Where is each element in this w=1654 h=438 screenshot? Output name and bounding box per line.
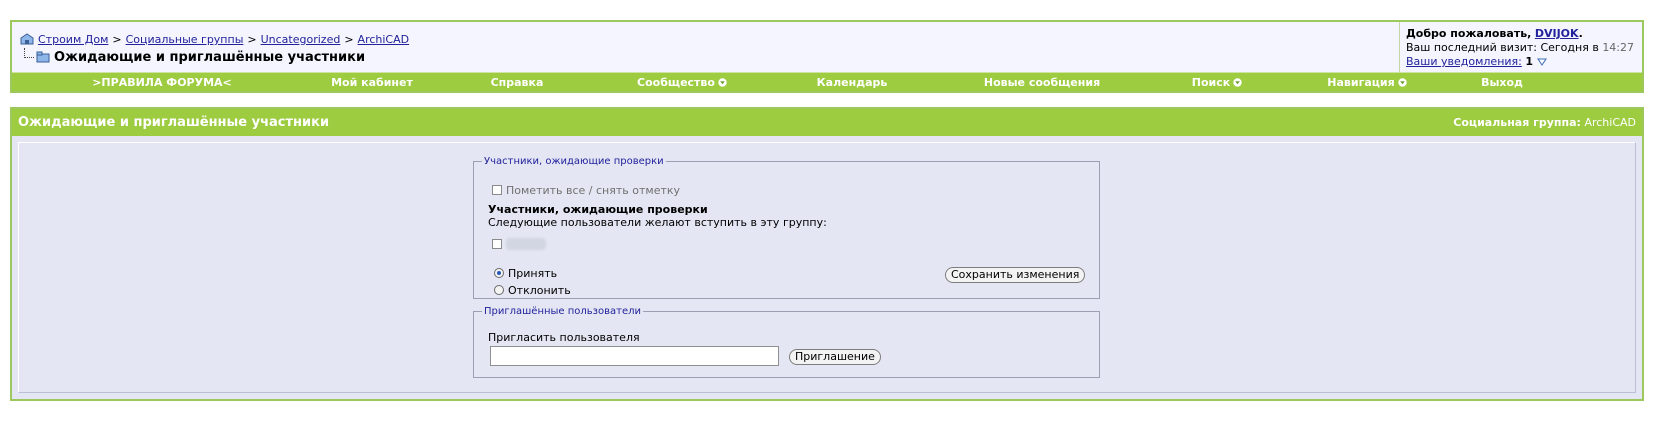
- pending-members-fieldset: Участники, ожидающие проверки Пометить в…: [473, 156, 1100, 299]
- invite-button[interactable]: Приглашение: [789, 349, 881, 365]
- page-title-row: Ожидающие и приглашённые участники: [20, 48, 1399, 66]
- invited-users-fieldset: Приглашённые пользователи Пригласить пол…: [473, 306, 1100, 378]
- select-all-row[interactable]: Пометить все / снять отметку: [492, 184, 680, 197]
- user-panel: Добро пожаловать, DVIJOK. Ваш последний …: [1399, 22, 1642, 72]
- main-block: Ожидающие и приглашённые участники Социа…: [10, 107, 1644, 401]
- accept-radio[interactable]: [494, 268, 504, 278]
- menu-item-label: Сообщество: [637, 76, 715, 89]
- navbar: Строим Дом > Социальные группы > Uncategoriz…: [10, 20, 1644, 93]
- group-info: Социальная группа: ArchiCAD: [1453, 109, 1636, 136]
- main-menu: >ПРАВИЛА ФОРУМА< Мой кабинет Справка Соо…: [12, 72, 1642, 91]
- menu-item-label: >ПРАВИЛА ФОРУМА<: [92, 76, 232, 89]
- breadcrumb-link-archicad[interactable]: ArchiCAD: [358, 33, 410, 46]
- menu-item-new-posts[interactable]: Новые сообщения: [977, 73, 1107, 92]
- block-body: Участники, ожидающие проверки Пометить в…: [18, 142, 1636, 393]
- menu-item-forum-rules[interactable]: >ПРАВИЛА ФОРУМА<: [62, 73, 262, 92]
- folder-icon: [36, 51, 50, 63]
- page-title: Ожидающие и приглашённые участники: [54, 50, 366, 65]
- menu-item-label: Поиск: [1191, 76, 1231, 89]
- menu-item-label: Выход: [1481, 76, 1523, 89]
- notifications-count: 1: [1525, 55, 1534, 68]
- accept-label: Принять: [508, 267, 558, 280]
- reject-label: Отклонить: [508, 284, 571, 297]
- menu-item-label: Мой кабинет: [331, 76, 413, 89]
- group-label: Социальная группа:: [1453, 116, 1581, 129]
- tree-connector-icon: [24, 48, 34, 58]
- chevron-down-icon: [1398, 74, 1407, 87]
- breadcrumb: Строим Дом > Социальные группы > Uncategoriz…: [20, 32, 1399, 48]
- menu-item-label: Справка: [490, 76, 544, 89]
- breadcrumb-separator: >: [112, 33, 122, 46]
- accept-option[interactable]: Принять: [494, 267, 557, 280]
- breadcrumb-link-uncategorized[interactable]: Uncategorized: [261, 33, 341, 46]
- menu-item-logout[interactable]: Выход: [1462, 73, 1542, 92]
- menu-item-help[interactable]: Справка: [477, 73, 557, 92]
- menu-item-label: Новые сообщения: [983, 76, 1101, 89]
- breadcrumb-separator: >: [247, 33, 257, 46]
- pending-heading: Участники, ожидающие проверки: [488, 203, 708, 216]
- last-visit-label: Ваш последний визит: Сегодня в: [1406, 41, 1599, 54]
- invited-users-legend: Приглашённые пользователи: [484, 306, 642, 317]
- notifications-link[interactable]: Ваши уведомления:: [1406, 55, 1522, 68]
- last-visit-line: Ваш последний визит: Сегодня в 14:27: [1406, 41, 1642, 55]
- select-all-label: Пометить все / снять отметку: [506, 184, 681, 197]
- group-name: ArchiCAD: [1584, 116, 1636, 129]
- welcome-suffix: .: [1578, 27, 1583, 40]
- menu-item-navigation[interactable]: Навигация: [1312, 73, 1422, 92]
- chevron-down-icon: [718, 74, 727, 87]
- reject-option[interactable]: Отклонить: [494, 284, 571, 297]
- welcome-text: Добро пожаловать,: [1406, 27, 1532, 40]
- last-visit-time: 14:27: [1602, 41, 1635, 54]
- menu-item-label: Календарь: [816, 76, 888, 89]
- forum-home-icon[interactable]: [20, 33, 34, 45]
- menu-item-my-cabinet[interactable]: Мой кабинет: [312, 73, 432, 92]
- save-changes-button[interactable]: Сохранить изменения: [945, 267, 1086, 283]
- username-link[interactable]: DVIJOK: [1535, 27, 1579, 40]
- breadcrumb-separator: >: [344, 33, 354, 46]
- notifications-dropdown-icon[interactable]: [1536, 56, 1547, 66]
- menu-item-community[interactable]: Сообщество: [617, 73, 747, 92]
- block-title: Ожидающие и приглашённые участники: [18, 115, 330, 130]
- pending-members-legend: Участники, ожидающие проверки: [484, 156, 664, 167]
- pending-user-row: [492, 238, 546, 251]
- pending-description: Следующие пользователи желают вступить в…: [488, 216, 827, 229]
- breadcrumb-link-social-groups[interactable]: Социальные группы: [126, 33, 244, 46]
- breadcrumb-area: Строим Дом > Социальные группы > Uncategoriz…: [12, 22, 1399, 72]
- menu-item-search[interactable]: Поиск: [1172, 73, 1262, 92]
- pending-user-name-redacted: [506, 238, 546, 250]
- menu-item-label: Навигация: [1327, 76, 1395, 89]
- pending-user-checkbox[interactable]: [492, 239, 502, 249]
- notifications-line: Ваши уведомления: 1: [1406, 55, 1642, 69]
- welcome-line: Добро пожаловать, DVIJOK.: [1406, 27, 1642, 41]
- breadcrumb-link-home[interactable]: Строим Дом: [38, 33, 108, 46]
- chevron-down-icon: [1233, 74, 1242, 87]
- menu-item-calendar[interactable]: Календарь: [802, 73, 902, 92]
- reject-radio[interactable]: [494, 285, 504, 295]
- invite-user-label: Пригласить пользователя: [488, 331, 640, 344]
- invite-user-input[interactable]: [490, 346, 779, 366]
- block-header: Ожидающие и приглашённые участники Социа…: [12, 109, 1642, 136]
- select-all-checkbox[interactable]: [492, 185, 502, 195]
